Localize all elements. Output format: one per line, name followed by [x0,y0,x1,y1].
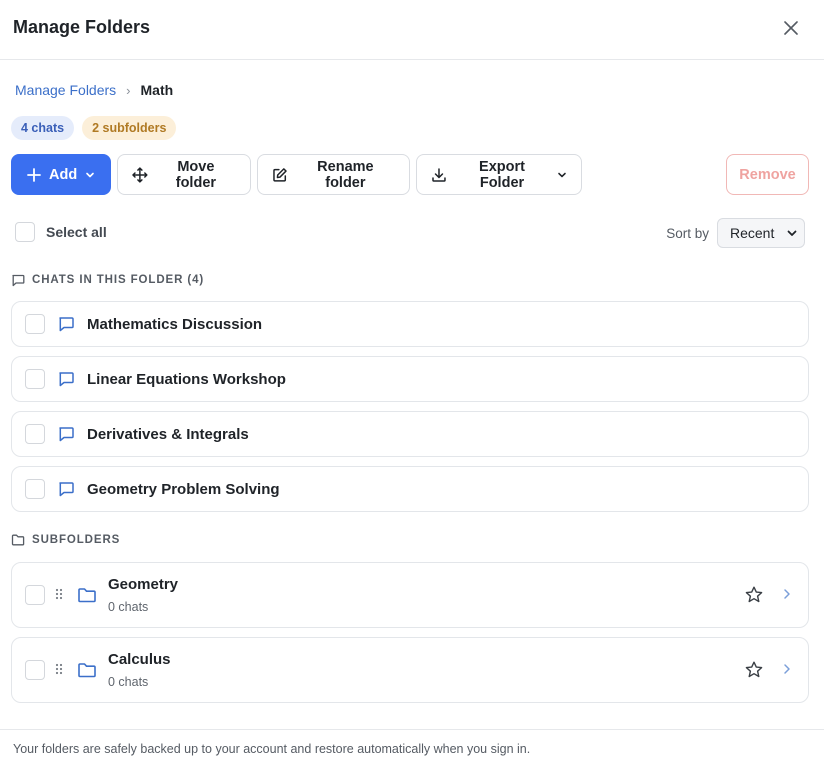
breadcrumb-separator: › [126,82,131,98]
chat-item[interactable]: Geometry Problem Solving [11,466,809,512]
export-folder-label: Export Folder [479,158,525,191]
folder-stats: 4 chats 2 subfolders [11,116,177,140]
chevron-down-icon [86,172,94,177]
sort-select[interactable]: Recent [717,218,805,248]
drag-handle-icon[interactable] [55,663,63,675]
chat-title: Mathematics Discussion [87,315,263,333]
chat-item[interactable]: Mathematics Discussion [11,301,809,347]
breadcrumb: Manage Folders › Math [15,82,173,98]
breadcrumb-current: Math [140,82,174,98]
subfolder-chat-count: 0 chats [108,675,149,689]
download-icon [432,167,446,182]
chat-bubble-icon [57,315,75,333]
chat-checkbox[interactable] [25,314,45,334]
close-button[interactable] [779,16,803,40]
chat-bubble-icon [57,480,75,498]
chat-item[interactable]: Derivatives & Integrals [11,411,809,457]
edit-icon [273,167,287,182]
dialog-footer: Your folders are safely backed up to you… [0,729,824,769]
chats-count-badge: 4 chats [11,116,75,140]
subfolder-checkbox[interactable] [25,660,45,680]
chat-title: Derivatives & Integrals [87,425,249,443]
subfolder-item[interactable]: Geometry 0 chats [11,562,809,628]
subfolder-item[interactable]: Calculus 0 chats [11,637,809,703]
sort-selected-value: Recent [730,225,775,241]
dialog-title: Manage Folders [13,17,151,37]
remove-button-label: Remove [739,166,796,183]
subfolders-count-badge: 2 subfolders [82,116,177,140]
select-all-label: Select all [46,224,107,240]
chevron-down-icon [558,172,566,177]
breadcrumb-parent-link[interactable]: Manage Folders [15,82,116,98]
chat-bubble-icon [57,425,75,443]
select-all-checkbox[interactable] [15,222,35,242]
move-folder-button[interactable]: Move folder [117,154,251,195]
export-folder-button[interactable]: Export Folder [416,154,582,195]
folder-icon [11,534,25,546]
folder-icon [77,661,97,679]
chevron-right-icon[interactable] [782,662,792,676]
chat-checkbox[interactable] [25,479,45,499]
chats-section-heading: CHATS IN THIS FOLDER (4) [11,273,204,287]
move-folder-label: Move folder [175,158,217,191]
select-all[interactable]: Select all [15,222,107,242]
add-button[interactable]: Add [11,154,111,195]
rename-folder-label: Rename folder [317,158,374,191]
sort-control: Sort by Recent [666,218,805,248]
chat-checkbox[interactable] [25,424,45,444]
star-icon[interactable] [744,585,764,605]
subfolder-checkbox[interactable] [25,585,45,605]
rename-folder-button[interactable]: Rename folder [257,154,410,195]
chat-bubble-icon [57,370,75,388]
toolbar: Add Move folder Rename folder Export Fol… [11,154,809,195]
backup-notice: Your folders are safely backed up to you… [13,742,531,756]
selection-row: Select all Sort by Recent [15,218,805,248]
dialog-header: Manage Folders [0,0,824,60]
move-icon [132,166,148,183]
subfolder-chat-count: 0 chats [108,600,149,614]
drag-handle-icon[interactable] [55,588,63,600]
subfolders-section-heading: SUBFOLDERS [11,533,120,547]
chat-checkbox[interactable] [25,369,45,389]
chat-bubble-icon [12,274,25,287]
plus-icon [27,167,41,182]
subfolders-section-title: SUBFOLDERS [32,534,121,546]
close-icon [784,21,798,35]
chats-section-title: CHATS IN THIS FOLDER (4) [32,274,205,286]
subfolder-name: Calculus [108,651,171,668]
add-button-label: Add [49,166,78,183]
sort-label: Sort by [666,225,709,241]
remove-button[interactable]: Remove [726,154,809,195]
subfolder-name: Geometry [108,576,179,593]
star-icon[interactable] [744,660,764,680]
chevron-right-icon[interactable] [782,587,792,601]
folder-icon [77,586,97,604]
chevron-down-icon [787,230,797,236]
chat-title: Geometry Problem Solving [87,480,280,498]
chat-item[interactable]: Linear Equations Workshop [11,356,809,402]
chat-title: Linear Equations Workshop [87,370,286,388]
